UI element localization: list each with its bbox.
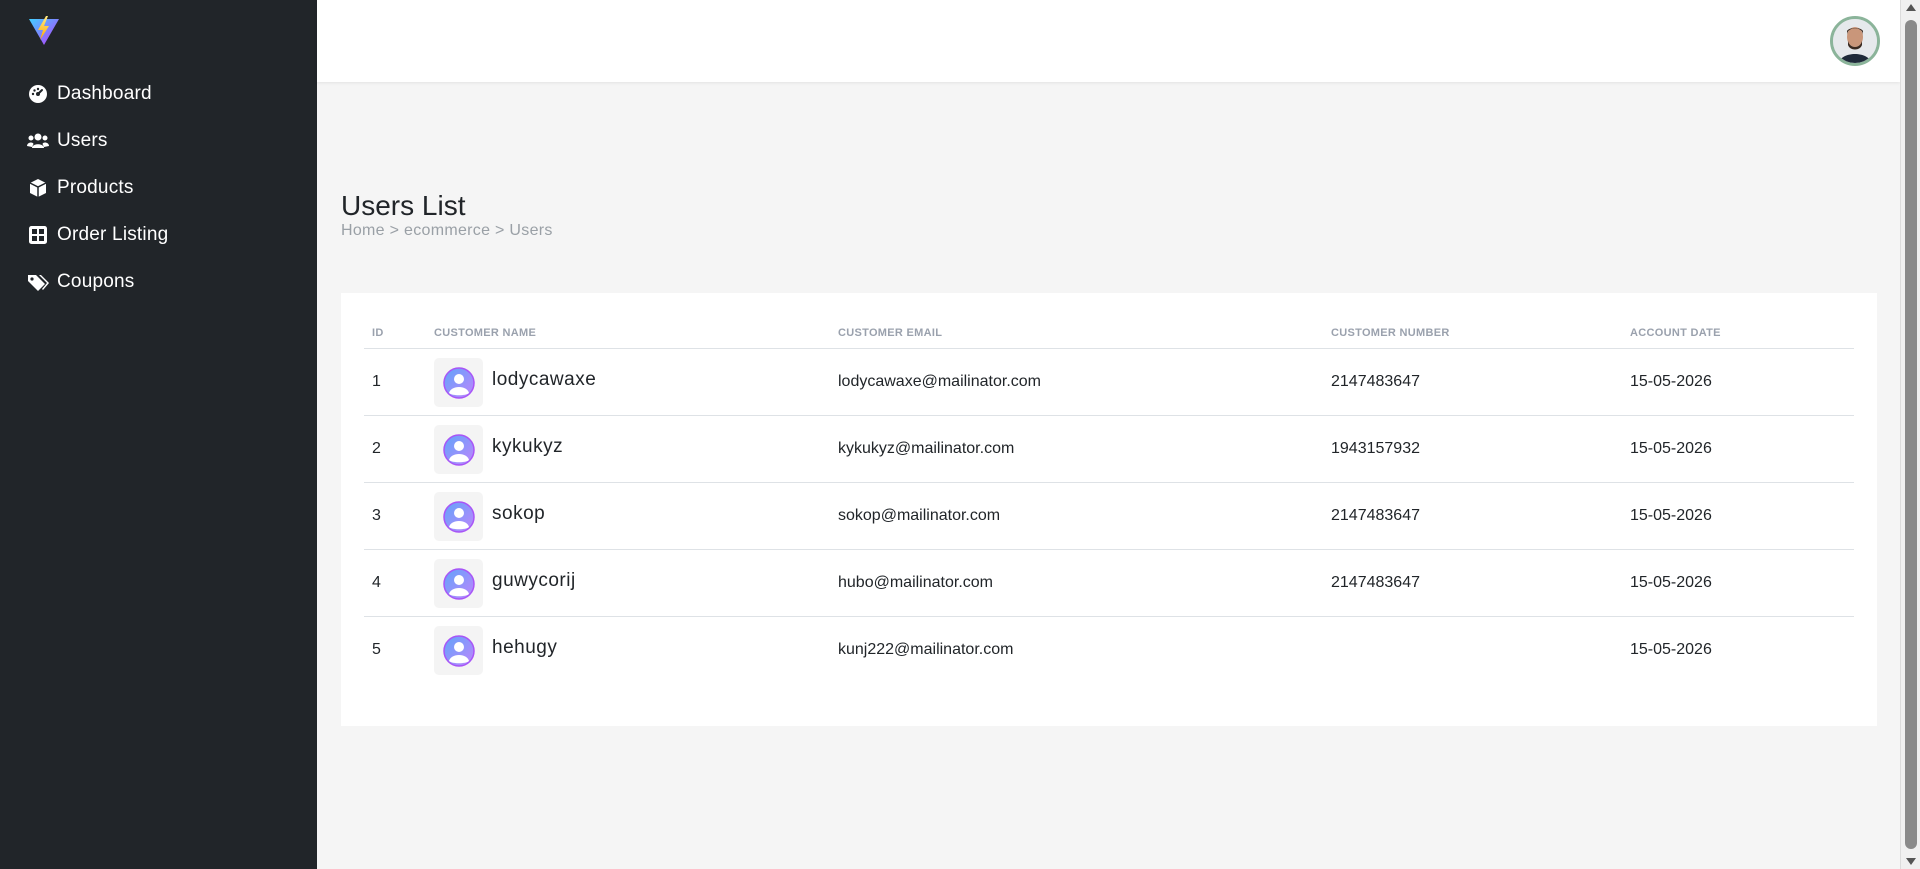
column-header-account-date[interactable]: ACCOUNT DATE bbox=[1630, 327, 1721, 339]
column-header-customer-number[interactable]: CUSTOMER NUMBER bbox=[1331, 327, 1450, 339]
table-row[interactable]: 4 guwycorij hubo@mailinator.com 21474836… bbox=[364, 550, 1854, 617]
row-id: 1 bbox=[372, 373, 381, 390]
table-row[interactable]: 1 lodycawaxe lodycawaxe@mailinator.com 2… bbox=[364, 349, 1854, 416]
account-date: 15-05-2026 bbox=[1630, 507, 1712, 524]
sidebar-item-order-listing[interactable]: Order Listing bbox=[0, 211, 317, 258]
table-row[interactable]: 2 kykukyz kykukyz@mailinator.com 1943157… bbox=[364, 416, 1854, 483]
sidebar-item-label: Dashboard bbox=[57, 82, 152, 104]
table-row[interactable]: 3 sokop sokop@mailinator.com 2147483647 … bbox=[364, 483, 1854, 550]
top-header bbox=[317, 0, 1900, 82]
grid-icon bbox=[27, 224, 49, 246]
customer-name: sokop bbox=[492, 503, 546, 524]
sidebar-item-label: Products bbox=[57, 176, 134, 198]
row-id: 4 bbox=[372, 574, 381, 591]
column-header-customer-name[interactable]: CUSTOMER NAME bbox=[434, 327, 536, 339]
sidebar-item-dashboard[interactable]: Dashboard bbox=[0, 70, 317, 117]
sidebar-item-users[interactable]: Users bbox=[0, 117, 317, 164]
customer-email: kykukyz@mailinator.com bbox=[838, 440, 1015, 457]
customer-name: hehugy bbox=[492, 637, 558, 658]
box-icon bbox=[27, 177, 49, 199]
user-avatar-icon bbox=[434, 492, 483, 541]
customer-number: 2147483647 bbox=[1331, 507, 1420, 524]
user-avatar-icon bbox=[434, 559, 483, 608]
users-icon bbox=[27, 130, 49, 152]
customer-number: 2147483647 bbox=[1331, 373, 1420, 390]
sidebar-item-label: Coupons bbox=[57, 270, 135, 292]
customer-email: sokop@mailinator.com bbox=[838, 507, 1001, 524]
sidebar-item-label: Order Listing bbox=[57, 223, 169, 245]
tags-icon bbox=[27, 271, 49, 293]
table-header: ID CUSTOMER NAME CUSTOMER EMAIL CUSTOMER… bbox=[364, 319, 1854, 349]
account-date: 15-05-2026 bbox=[1630, 373, 1712, 390]
gauge-icon bbox=[27, 83, 49, 105]
scrollbar-thumb[interactable] bbox=[1905, 20, 1917, 849]
vite-logo-icon[interactable] bbox=[27, 14, 61, 48]
customer-name: lodycawaxe bbox=[492, 369, 597, 390]
customer-email: lodycawaxe@mailinator.com bbox=[838, 373, 1041, 390]
user-avatar-icon bbox=[434, 425, 483, 474]
user-avatar[interactable] bbox=[1830, 16, 1880, 66]
column-header-id[interactable]: ID bbox=[372, 327, 384, 339]
sidebar-item-coupons[interactable]: Coupons bbox=[0, 258, 317, 305]
row-id: 5 bbox=[372, 641, 381, 658]
customer-email: hubo@mailinator.com bbox=[838, 574, 993, 591]
customer-name: kykukyz bbox=[492, 436, 564, 457]
sidebar: Dashboard Users Products Order Listing C… bbox=[0, 0, 317, 869]
table-row[interactable]: 5 hehugy kunj222@mailinator.com 15-05-20… bbox=[364, 617, 1854, 684]
user-avatar-icon bbox=[434, 358, 483, 407]
account-date: 15-05-2026 bbox=[1630, 641, 1712, 658]
scroll-up-arrow-icon[interactable] bbox=[1906, 4, 1916, 11]
column-header-customer-email[interactable]: CUSTOMER EMAIL bbox=[838, 327, 942, 339]
account-date: 15-05-2026 bbox=[1630, 574, 1712, 591]
customer-number: 1943157932 bbox=[1331, 440, 1420, 457]
customer-name: guwycorij bbox=[492, 570, 576, 591]
page-title: Users List bbox=[341, 190, 466, 221]
sidebar-item-label: Users bbox=[57, 129, 108, 151]
customer-email: kunj222@mailinator.com bbox=[838, 641, 1014, 658]
sidebar-nav: Dashboard Users Products Order Listing C… bbox=[0, 70, 317, 305]
vertical-scrollbar[interactable] bbox=[1900, 0, 1920, 869]
user-avatar-icon bbox=[434, 626, 483, 675]
users-table-card: ID CUSTOMER NAME CUSTOMER EMAIL CUSTOMER… bbox=[341, 293, 1877, 726]
row-id: 2 bbox=[372, 440, 381, 457]
row-id: 3 bbox=[372, 507, 381, 524]
scroll-down-arrow-icon[interactable] bbox=[1906, 858, 1916, 865]
customer-number: 2147483647 bbox=[1331, 574, 1420, 591]
breadcrumb: Home > ecommerce > Users bbox=[341, 222, 553, 239]
account-date: 15-05-2026 bbox=[1630, 440, 1712, 457]
sidebar-item-products[interactable]: Products bbox=[0, 164, 317, 211]
